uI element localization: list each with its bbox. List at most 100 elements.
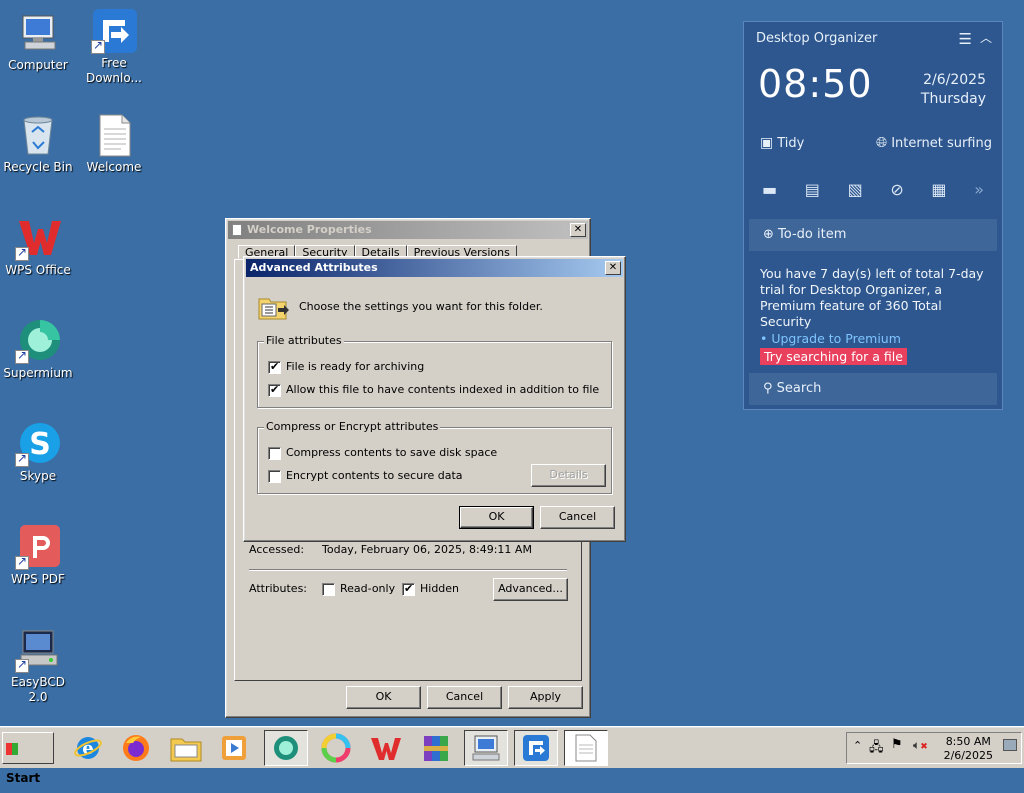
desktop-icon-label: Skype <box>19 469 57 483</box>
menu-icon[interactable]: ☰ <box>959 30 972 48</box>
cancel-button[interactable]: Cancel <box>427 686 502 709</box>
network-icon[interactable]: 🖧︎ <box>869 738 884 760</box>
desktop-icon-wps-office[interactable]: WPS Office <box>0 215 76 278</box>
image-icon[interactable]: ▧ <box>848 180 863 199</box>
tidy-button[interactable]: ▣ Tidy <box>760 135 804 151</box>
encrypt-label: Encrypt contents to secure data <box>286 469 463 482</box>
desktop-icon-label: WPS Office <box>5 263 71 277</box>
taskbar-free-download-manager[interactable] <box>514 730 558 766</box>
search-icon: ⚲ <box>763 381 773 396</box>
attributes-label: Attributes: <box>249 582 308 595</box>
winrar-icon <box>424 736 448 761</box>
tray-expand-icon[interactable]: ⌃ <box>853 739 862 752</box>
taskbar-internet-explorer[interactable]: e <box>66 730 110 766</box>
taskbar-file-explorer[interactable] <box>164 730 208 766</box>
taskbar-clock[interactable]: 8:50 AM 2/6/2025 <box>944 735 993 763</box>
taskbar-wps-office[interactable] <box>364 730 408 766</box>
taskbar-360[interactable] <box>314 730 358 766</box>
flag-icon[interactable]: ⚑ <box>891 737 903 752</box>
advanced-titlebar[interactable]: Advanced Attributes ✕ <box>246 259 623 277</box>
hide-icon[interactable]: ⊘ <box>890 180 903 199</box>
cancel-button[interactable]: Cancel <box>540 506 615 529</box>
properties-title: Welcome Properties <box>247 223 372 236</box>
drive-icon[interactable]: ▬ <box>762 180 777 199</box>
desktop-icon-skype[interactable]: S Skype <box>0 421 76 484</box>
svg-text:S: S <box>29 427 51 462</box>
encrypt-checkbox[interactable]: Encrypt contents to secure data <box>268 469 463 483</box>
desktop-icon-computer[interactable]: Computer <box>0 10 76 73</box>
readonly-label: Read-only <box>340 582 396 595</box>
desktop-icon-label: WPS PDF <box>11 572 65 586</box>
document-icon[interactable]: ▤ <box>805 180 820 199</box>
apply-button[interactable]: Apply <box>508 686 583 709</box>
clock-time: 8:50 AM <box>945 735 991 748</box>
taskbar-notepad[interactable] <box>564 730 608 766</box>
hidden-check[interactable] <box>402 582 415 596</box>
desktop-icon-label: EasyBCD 2.0 <box>11 675 65 704</box>
properties-titlebar[interactable]: Welcome Properties ✕ <box>228 221 588 239</box>
chevron-up-icon[interactable]: ︿ <box>980 29 992 46</box>
hidden-checkbox[interactable]: Hidden <box>402 582 459 596</box>
taskbar-media-player[interactable] <box>212 730 256 766</box>
details-button[interactable]: Details <box>531 464 606 487</box>
encrypt-check[interactable] <box>268 469 281 483</box>
internet-surfing-button[interactable]: 🌐︎ Internet surfing <box>876 135 992 151</box>
ok-button[interactable]: OK <box>459 506 534 529</box>
index-check[interactable] <box>268 383 281 397</box>
firefox-icon <box>123 735 149 761</box>
desktop-icon-welcome[interactable]: Welcome <box>76 112 152 175</box>
skype-icon: S <box>15 421 61 467</box>
close-icon[interactable]: ✕ <box>605 261 621 275</box>
easybcd-icon <box>15 627 61 673</box>
shortcut-arrow-icon <box>15 245 29 261</box>
compress-checkbox[interactable]: Compress contents to save disk space <box>268 446 497 460</box>
more-icon[interactable]: » <box>974 180 984 199</box>
volume-muted-icon[interactable]: 🔈︎✖ <box>913 738 928 753</box>
start-button[interactable]: Start <box>2 732 54 785</box>
trial-text: You have 7 day(s) left of total 7-day tr… <box>760 266 984 329</box>
windows-logo-icon <box>6 742 18 755</box>
360-icon <box>321 733 351 763</box>
hidden-label: Hidden <box>420 582 460 595</box>
shortcut-arrow-icon <box>15 348 29 364</box>
organizer-weekday: Thursday <box>920 91 986 107</box>
desktop-icon-free-download[interactable]: Free Downlo... <box>76 8 152 86</box>
file-explorer-icon <box>170 738 202 762</box>
ok-button[interactable]: OK <box>346 686 421 709</box>
desktop-icon-supermium[interactable]: Supermium <box>0 318 76 381</box>
index-checkbox[interactable]: Allow this file to have contents indexed… <box>268 383 599 397</box>
desktop-icon-recycle-bin[interactable]: Recycle Bin <box>0 112 76 175</box>
readonly-checkbox[interactable]: Read-only <box>322 582 395 596</box>
taskbar-firefox[interactable] <box>114 730 158 766</box>
desktop-icon-label: Supermium <box>3 366 73 380</box>
wps-pdf-icon <box>15 524 61 570</box>
readonly-check[interactable] <box>322 582 335 596</box>
organizer-time: 08:50 <box>758 62 873 106</box>
wps-office-icon <box>15 215 61 261</box>
todo-item[interactable]: ⊕ To-do item <box>749 219 997 251</box>
desktop-organizer: Desktop Organizer ☰ ︿ 08:50 2/6/2025 Thu… <box>743 21 1003 410</box>
calculator-icon[interactable]: ▦ <box>931 180 946 199</box>
folder-settings-icon <box>258 295 290 324</box>
desktop-icon-wps-pdf[interactable]: WPS PDF <box>0 524 76 587</box>
taskbar-network-manager[interactable] <box>464 730 508 766</box>
advanced-button[interactable]: Advanced... <box>493 578 568 601</box>
search-input[interactable]: ⚲ Search <box>749 373 997 405</box>
shortcut-arrow-icon <box>15 451 29 467</box>
show-desktop-icon[interactable] <box>1003 739 1017 751</box>
compress-check[interactable] <box>268 446 281 460</box>
upgrade-link[interactable]: • Upgrade to Premium <box>760 330 988 348</box>
archive-checkbox[interactable]: File is ready for archiving <box>268 360 424 374</box>
organizer-date: 2/6/2025 <box>923 72 986 88</box>
taskbar-winrar[interactable] <box>414 730 458 766</box>
taskbar-supermium[interactable] <box>264 730 308 766</box>
archive-check[interactable] <box>268 360 281 374</box>
file-attributes-group: File attributes File is ready for archiv… <box>257 334 612 408</box>
archive-label: File is ready for archiving <box>286 360 425 373</box>
file-attributes-title: File attributes <box>264 334 344 347</box>
desktop-icon-label: Welcome <box>86 160 142 174</box>
close-icon[interactable]: ✕ <box>570 223 586 237</box>
desktop-icon-easybcd[interactable]: EasyBCD 2.0 <box>0 627 76 705</box>
compress-encrypt-group: Compress or Encrypt attributes Compress … <box>257 420 612 494</box>
desktop-icon-label: Recycle Bin <box>3 160 73 174</box>
